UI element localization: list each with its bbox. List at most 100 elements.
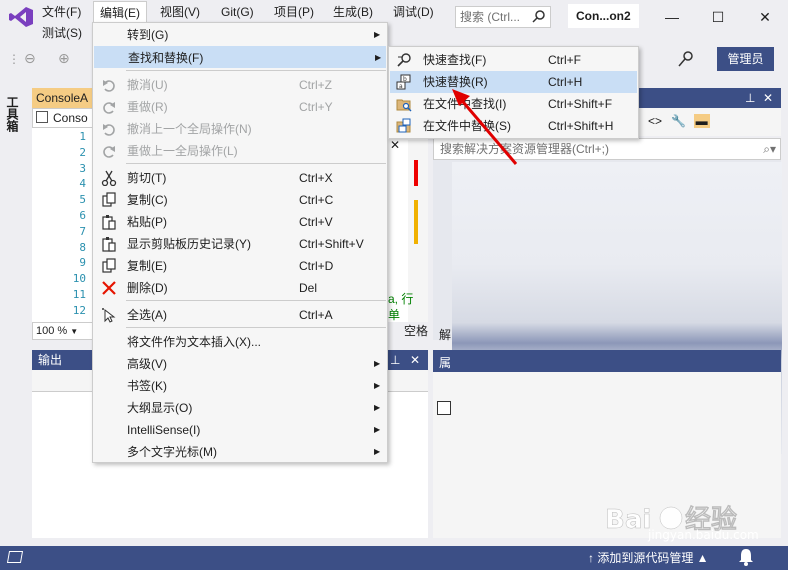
- menu-separator: [126, 163, 386, 164]
- toolbar-grip-icon: ⋮: [8, 52, 20, 66]
- submenu-arrow-icon: ▶: [374, 447, 381, 456]
- menu-item-shortcut: Ctrl+H: [548, 75, 583, 89]
- notification-bell-icon[interactable]: [738, 548, 754, 566]
- edit-menu-item[interactable]: 高级(V) ▶: [94, 353, 386, 375]
- annotation-arrow: [452, 89, 518, 165]
- menu-separator: [126, 300, 386, 301]
- menu-item-label: 撤消(U): [127, 78, 168, 92]
- redo-icon: [101, 99, 117, 115]
- edit-menu-item[interactable]: 删除(D) Del: [94, 277, 386, 299]
- editor-close-icon[interactable]: ✕: [390, 138, 400, 152]
- edit-menu-item[interactable]: 粘贴(P) Ctrl+V: [94, 211, 386, 233]
- preview-toggle-icon[interactable]: ▬: [693, 114, 710, 128]
- menu-item-shortcut: Ctrl+C: [299, 193, 334, 207]
- menu-item-label: 快速查找(F): [423, 53, 487, 67]
- search-placeholder: 搜索 (Ctrl...: [460, 10, 520, 24]
- feedback-icon[interactable]: [677, 50, 695, 68]
- menu-test[interactable]: 测试(S): [36, 22, 88, 44]
- menu-project[interactable]: 项目(P): [268, 1, 320, 23]
- menu-item-shortcut: Del: [299, 281, 318, 295]
- editor-tab[interactable]: ConsoleA: [32, 88, 94, 108]
- undo-icon: [101, 77, 117, 93]
- menu-item-label: 转到(G): [127, 28, 169, 42]
- minimize-icon[interactable]: —: [657, 6, 687, 28]
- menu-item-label: 剪切(T): [127, 171, 167, 185]
- edit-menu-item[interactable]: 剪切(T) Ctrl+X: [94, 167, 386, 189]
- line-number: 12: [72, 303, 86, 317]
- pin-icon[interactable]: ⊥: [390, 350, 400, 370]
- menu-item-label: 全选(A): [127, 308, 167, 322]
- menu-git[interactable]: Git(G): [215, 1, 260, 23]
- menu-build[interactable]: 生成(B): [327, 1, 379, 23]
- edit-menu-item[interactable]: 转到(G) ▶: [94, 24, 386, 46]
- pin-icon[interactable]: ⊥: [745, 88, 755, 108]
- watermark-url: jingyan.baidu.com: [648, 528, 759, 542]
- edit-menu-item[interactable]: IntelliSense(I) ▶: [94, 419, 386, 441]
- menu-item-label: 将文件作为文本插入(X)...: [127, 335, 261, 349]
- menu-view[interactable]: 视图(V): [154, 1, 206, 23]
- maximize-icon[interactable]: ☐: [703, 6, 733, 28]
- edit-menu-item[interactable]: 重做(R) Ctrl+Y: [94, 96, 386, 118]
- edit-menu-item[interactable]: 全选(A) Ctrl+A: [94, 304, 386, 326]
- forward-icon[interactable]: ⊕: [58, 50, 70, 67]
- menu-item-shortcut: Ctrl+Y: [299, 100, 333, 114]
- copy-icon: [101, 192, 117, 208]
- solution-close-icon[interactable]: ✕: [763, 88, 773, 108]
- search-input[interactable]: 搜索 (Ctrl...: [455, 6, 551, 28]
- submenu-arrow-icon: ▶: [375, 53, 382, 62]
- edit-menu-item[interactable]: 多个文字光标(M) ▶: [94, 441, 386, 463]
- menu-item-shortcut: Ctrl+Z: [299, 78, 332, 92]
- edit-menu-item[interactable]: 复制(E) Ctrl+D: [94, 255, 386, 277]
- menu-item-shortcut: Ctrl+Shift+F: [548, 97, 613, 111]
- add-to-source-control[interactable]: ↑ 添加到源代码管理 ▲: [588, 546, 709, 570]
- close-icon[interactable]: ✕: [750, 6, 780, 28]
- edit-menu-item[interactable]: 重做上一全局操作(L): [94, 140, 386, 162]
- replace-in-files-icon: [396, 118, 412, 134]
- output-close-icon[interactable]: ✕: [410, 350, 420, 370]
- edit-menu-item[interactable]: 撤消(U) Ctrl+Z: [94, 74, 386, 96]
- edit-menu-item[interactable]: 查找和替换(F) ▶: [94, 46, 386, 68]
- code-view-icon[interactable]: <>: [648, 114, 662, 128]
- solution-name[interactable]: Con...on2: [568, 4, 639, 28]
- zoom-level-select[interactable]: 100 % ▼: [32, 322, 94, 340]
- admin-button[interactable]: 管理员: [717, 47, 774, 71]
- back-icon[interactable]: ⊖: [24, 50, 36, 67]
- menu-debug[interactable]: 调试(D): [387, 1, 440, 23]
- categorized-icon[interactable]: [437, 401, 451, 415]
- find-replace-menu-item[interactable]: 快速查找(F) Ctrl+F: [390, 49, 637, 71]
- edit-menu-item[interactable]: 书签(K) ▶: [94, 375, 386, 397]
- edit-menu-item[interactable]: 显示剪贴板历史记录(Y) Ctrl+Shift+V: [94, 233, 386, 255]
- find-in-files-icon: [396, 96, 412, 112]
- menu-separator: [126, 327, 386, 328]
- line-number: 5: [79, 193, 86, 207]
- menu-item-label: 重做(R): [127, 100, 168, 114]
- whitespace-status[interactable]: 空格: [404, 322, 428, 340]
- editor-breadcrumb[interactable]: Conso: [32, 108, 94, 128]
- quick-find-icon: [396, 52, 412, 68]
- properties-header[interactable]: [433, 350, 781, 372]
- solution-tab-label[interactable]: 解: [439, 326, 451, 343]
- menu-item-shortcut: Ctrl+X: [299, 171, 333, 185]
- edit-menu-item[interactable]: 大纲显示(O) ▶: [94, 397, 386, 419]
- submenu-arrow-icon: ▶: [374, 30, 381, 39]
- toolbox-label[interactable]: 工具箱: [5, 96, 21, 132]
- menu-edit[interactable]: 编辑(E): [93, 1, 147, 23]
- edit-menu-item[interactable]: 将文件作为文本插入(X)...: [94, 331, 386, 353]
- properties-title: 属: [439, 356, 452, 370]
- edit-menu-dropdown: 转到(G) ▶ 查找和替换(F) ▶ 撤消(U) Ctrl+Z 重做(R) Ctrl+Y 撤消上…: [92, 22, 388, 463]
- menu-item-label: 查找和替换(F): [128, 51, 204, 65]
- svg-text:Bai: Bai: [605, 505, 651, 535]
- edit-menu-item[interactable]: 复制(C) Ctrl+C: [94, 189, 386, 211]
- status-window-icon[interactable]: [6, 551, 24, 563]
- cut-icon: [101, 170, 117, 187]
- toolbox-strip[interactable]: [0, 86, 26, 540]
- wrench-icon[interactable]: 🔧: [671, 114, 686, 128]
- line-number: 4: [79, 177, 86, 191]
- edit-menu-item[interactable]: 撤消上一个全局操作(N): [94, 118, 386, 140]
- select-all-icon: [101, 307, 117, 323]
- line-number: 3: [79, 161, 86, 175]
- clipboard-history-icon: [101, 236, 117, 252]
- line-number: 2: [79, 145, 86, 159]
- menu-file[interactable]: 文件(F): [36, 1, 87, 23]
- svg-text:a: a: [399, 83, 403, 90]
